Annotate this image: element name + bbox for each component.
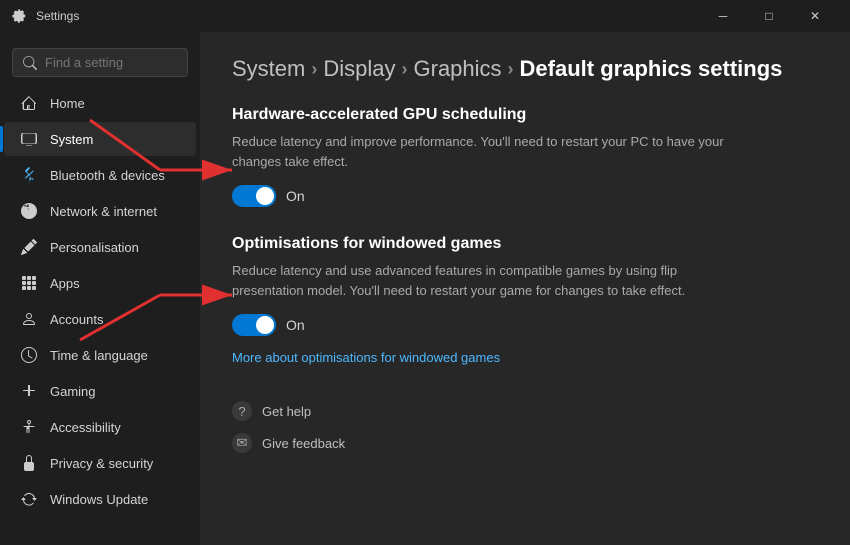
time-icon	[20, 346, 38, 364]
app-body: Home System Bluetooth & devices Network …	[0, 32, 850, 545]
sidebar-item-gaming[interactable]: Gaming	[4, 374, 196, 408]
windowed-games-link[interactable]: More about optimisations for windowed ga…	[232, 350, 500, 365]
sidebar-item-apps[interactable]: Apps	[4, 266, 196, 300]
sidebar-item-accounts-label: Accounts	[50, 312, 103, 327]
sidebar-item-bluetooth[interactable]: Bluetooth & devices	[4, 158, 196, 192]
search-icon	[23, 56, 37, 70]
gpu-scheduling-section: Hardware-accelerated GPU scheduling Redu…	[232, 106, 818, 207]
windowed-games-section: Optimisations for windowed games Reduce …	[232, 235, 818, 367]
sidebar-item-privacy[interactable]: Privacy & security	[4, 446, 196, 480]
network-icon	[20, 202, 38, 220]
breadcrumb: System › Display › Graphics › Default gr…	[232, 56, 818, 82]
get-help-label: Get help	[262, 404, 311, 419]
get-help-icon: ?	[232, 401, 252, 421]
titlebar-controls: ─ □ ✕	[700, 0, 838, 32]
breadcrumb-arrow-3: ›	[508, 59, 514, 80]
get-help-item[interactable]: ? Get help	[232, 395, 818, 427]
minimize-button[interactable]: ─	[700, 0, 746, 32]
sidebar-item-network[interactable]: Network & internet	[4, 194, 196, 228]
windowed-games-toggle[interactable]	[232, 314, 276, 336]
sidebar-item-privacy-label: Privacy & security	[50, 456, 153, 471]
sidebar-item-network-label: Network & internet	[50, 204, 157, 219]
gpu-scheduling-toggle-label: On	[286, 188, 305, 204]
breadcrumb-current: Default graphics settings	[520, 56, 783, 82]
sidebar-item-gaming-label: Gaming	[50, 384, 96, 399]
sidebar-item-update[interactable]: Windows Update	[4, 482, 196, 516]
breadcrumb-system: System	[232, 56, 305, 82]
sidebar-item-personalisation[interactable]: Personalisation	[4, 230, 196, 264]
sidebar-item-accessibility-label: Accessibility	[50, 420, 121, 435]
sidebar: Home System Bluetooth & devices Network …	[0, 32, 200, 545]
accounts-icon	[20, 310, 38, 328]
gpu-scheduling-title: Hardware-accelerated GPU scheduling	[232, 106, 818, 124]
sidebar-item-time-label: Time & language	[50, 348, 148, 363]
titlebar-title: Settings	[36, 9, 700, 23]
sidebar-item-system-label: System	[50, 132, 93, 147]
give-feedback-label: Give feedback	[262, 436, 345, 451]
update-icon	[20, 490, 38, 508]
search-input[interactable]	[45, 55, 200, 70]
system-icon	[20, 130, 38, 148]
windowed-games-toggle-label: On	[286, 317, 305, 333]
breadcrumb-arrow-2: ›	[402, 59, 408, 80]
sidebar-item-update-label: Windows Update	[50, 492, 148, 507]
sidebar-item-home-label: Home	[50, 96, 85, 111]
settings-icon	[12, 8, 28, 24]
sidebar-item-apps-label: Apps	[50, 276, 80, 291]
sidebar-item-time[interactable]: Time & language	[4, 338, 196, 372]
toggle-knob-1	[256, 187, 274, 205]
content-area: System › Display › Graphics › Default gr…	[200, 32, 850, 545]
search-box[interactable]	[12, 48, 188, 77]
toggle-knob-2	[256, 316, 274, 334]
breadcrumb-arrow-1: ›	[311, 59, 317, 80]
gpu-scheduling-desc: Reduce latency and improve performance. …	[232, 132, 752, 171]
sidebar-item-system[interactable]: System	[4, 122, 196, 156]
sidebar-item-accessibility[interactable]: Accessibility	[4, 410, 196, 444]
privacy-icon	[20, 454, 38, 472]
sidebar-item-personalisation-label: Personalisation	[50, 240, 139, 255]
personalisation-icon	[20, 238, 38, 256]
gaming-icon	[20, 382, 38, 400]
breadcrumb-display: Display	[323, 56, 395, 82]
sidebar-item-home[interactable]: Home	[4, 86, 196, 120]
apps-icon	[20, 274, 38, 292]
help-section: ? Get help ✉ Give feedback	[232, 395, 818, 459]
close-button[interactable]: ✕	[792, 0, 838, 32]
give-feedback-item[interactable]: ✉ Give feedback	[232, 427, 818, 459]
windowed-games-toggle-row: On	[232, 314, 818, 336]
bluetooth-icon	[20, 166, 38, 184]
sidebar-item-bluetooth-label: Bluetooth & devices	[50, 168, 165, 183]
maximize-button[interactable]: □	[746, 0, 792, 32]
windowed-games-title: Optimisations for windowed games	[232, 235, 818, 253]
breadcrumb-graphics: Graphics	[414, 56, 502, 82]
give-feedback-icon: ✉	[232, 433, 252, 453]
gpu-scheduling-toggle[interactable]	[232, 185, 276, 207]
gpu-scheduling-toggle-row: On	[232, 185, 818, 207]
windowed-games-desc: Reduce latency and use advanced features…	[232, 261, 752, 300]
sidebar-item-accounts[interactable]: Accounts	[4, 302, 196, 336]
accessibility-icon	[20, 418, 38, 436]
home-icon	[20, 94, 38, 112]
titlebar: Settings ─ □ ✕	[0, 0, 850, 32]
